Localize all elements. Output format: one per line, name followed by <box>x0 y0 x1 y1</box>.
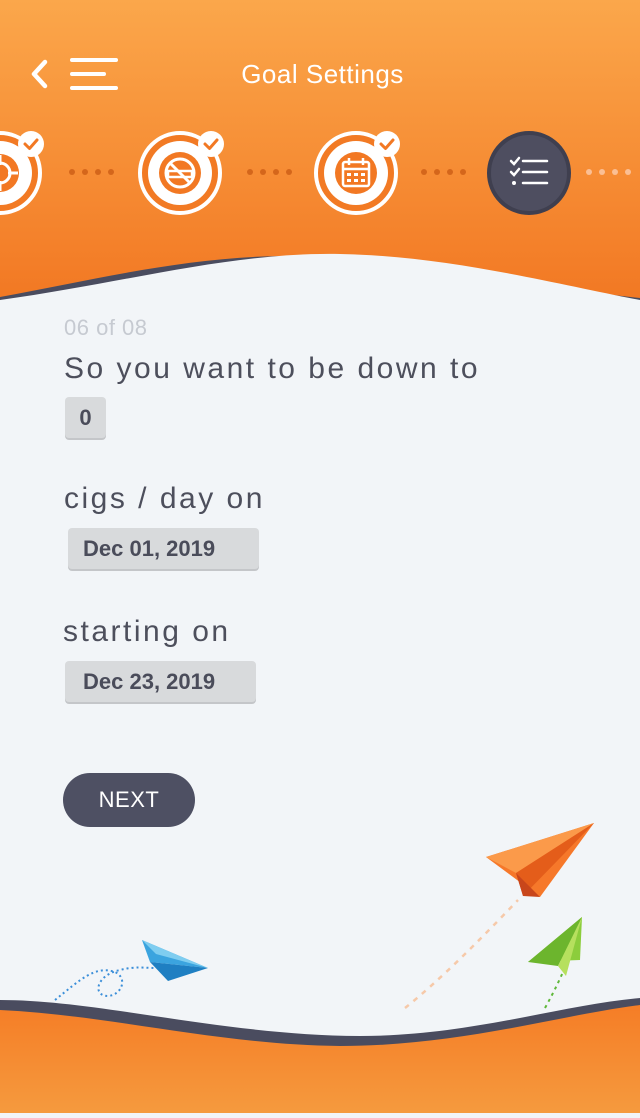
check-icon <box>374 131 400 157</box>
prompt-down-to: So you want to be down to <box>64 352 481 385</box>
footer-illustration <box>0 823 640 1113</box>
paper-plane-green-icon <box>528 917 582 976</box>
checklist-icon <box>509 156 549 185</box>
check-icon <box>198 131 224 157</box>
step-connector <box>421 169 466 175</box>
cigs-per-day-field[interactable]: 0 <box>65 397 106 438</box>
page-title: Goal Settings <box>241 59 404 89</box>
back-button[interactable] <box>26 56 56 92</box>
paper-plane-orange-icon <box>486 823 594 897</box>
header: Goal Settings <box>0 0 640 300</box>
chevron-left-icon <box>31 59 48 89</box>
start-date-field[interactable]: Dec 23, 2019 <box>65 661 256 702</box>
menu-button[interactable] <box>68 56 120 92</box>
paper-plane-blue-icon <box>142 940 208 981</box>
step-connector <box>69 169 114 175</box>
target-date-field[interactable]: Dec 01, 2019 <box>68 528 259 569</box>
prompt-starting-on: starting on <box>63 615 231 648</box>
prompt-cigs-per-day: cigs / day on <box>64 482 265 515</box>
footer-decoration <box>0 800 640 1113</box>
check-icon <box>18 131 44 157</box>
hamburger-menu-icon <box>70 58 118 90</box>
step-connector <box>586 169 631 175</box>
step-connector <box>247 169 292 175</box>
step-checklist[interactable] <box>487 131 571 215</box>
step-progress: 06 of 08 <box>64 315 148 340</box>
